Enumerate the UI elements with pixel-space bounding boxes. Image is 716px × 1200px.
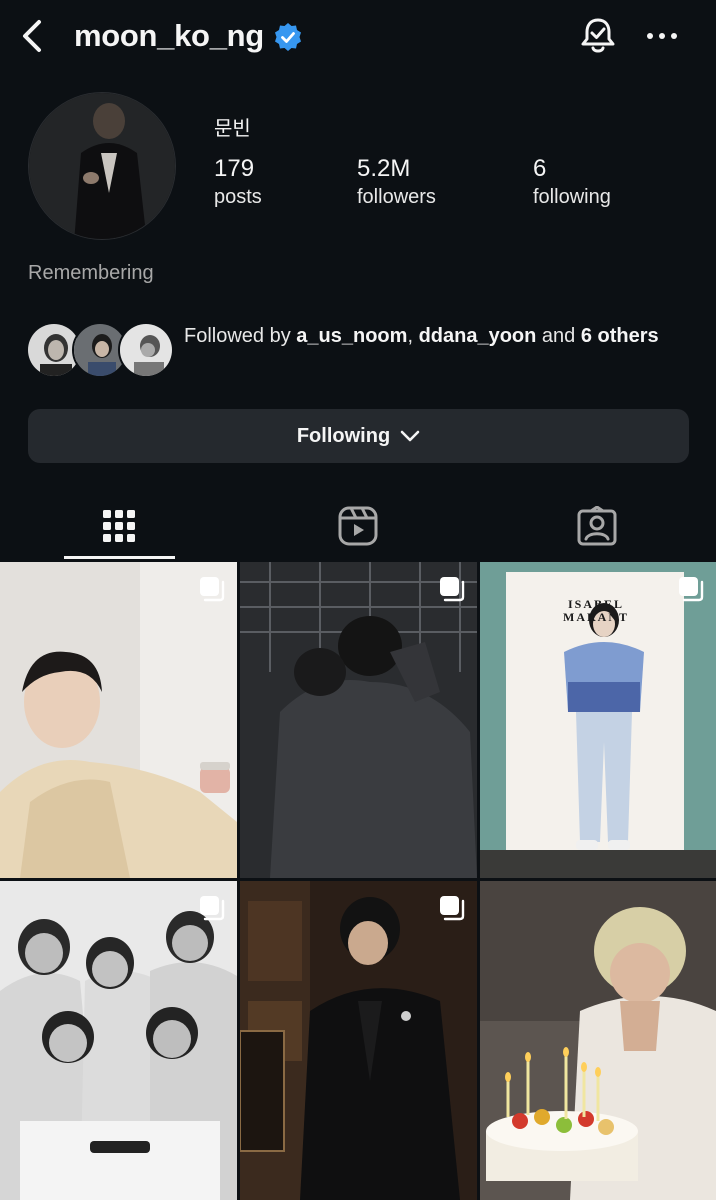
following-count-stat[interactable]: 6 following — [533, 154, 611, 210]
more-dots-icon — [647, 33, 677, 39]
mutual-user-1[interactable]: a_us_noom — [296, 325, 407, 347]
posts-grid: ISABEL MARANT — [0, 562, 716, 1200]
mutual-followers-avatars[interactable] — [26, 322, 176, 378]
post-image-5 — [240, 881, 477, 1200]
tab-posts[interactable] — [64, 492, 174, 560]
more-options-button[interactable] — [645, 14, 679, 58]
tab-tagged[interactable] — [542, 492, 652, 560]
following-button-label: Following — [296, 424, 391, 447]
carousel-icon — [679, 577, 704, 602]
post-image-4 — [0, 881, 237, 1200]
post-thumbnail[interactable] — [240, 562, 477, 878]
post-thumbnail[interactable] — [240, 881, 477, 1200]
followed-by-mid: and — [536, 325, 581, 347]
post-thumbnail[interactable] — [0, 881, 237, 1200]
followers-count-label: followers — [357, 186, 436, 208]
following-count-label: following — [533, 186, 611, 208]
notification-bell-button[interactable] — [578, 14, 618, 58]
event-sign-text: ISABEL MARANT — [563, 597, 629, 624]
post-thumbnail[interactable]: ISABEL MARANT — [480, 562, 716, 878]
post-thumbnail[interactable] — [480, 881, 716, 1200]
followers-count-stat[interactable]: 5.2M followers — [357, 154, 436, 210]
followed-by-prefix: Followed by — [184, 325, 297, 347]
back-button[interactable] — [18, 14, 50, 58]
bell-check-icon — [581, 18, 615, 53]
reels-icon — [338, 506, 378, 546]
chevron-down-icon — [400, 430, 420, 442]
profile-tabs — [0, 492, 716, 560]
post-image-1 — [0, 562, 237, 878]
following-button[interactable]: Following — [28, 409, 689, 463]
avatar-image — [29, 93, 175, 239]
tagged-person-icon — [577, 506, 617, 546]
followers-count-value: 5.2M — [357, 155, 411, 182]
mutual-others[interactable]: 6 others — [581, 325, 659, 347]
mutual-followers-text[interactable]: Followed by a_us_noom, ddana_yoon and 6 … — [184, 322, 684, 350]
profile-username: moon_ko_ng — [74, 18, 264, 53]
post-image-2 — [240, 562, 477, 878]
active-tab-indicator — [64, 556, 175, 559]
followed-by-sep: , — [407, 325, 419, 347]
carousel-icon — [200, 577, 225, 602]
display-name: 문빈 — [214, 118, 251, 140]
chevron-left-icon — [23, 20, 41, 52]
post-image-6 — [480, 881, 716, 1200]
profile-avatar[interactable] — [28, 92, 176, 240]
carousel-icon — [440, 577, 465, 602]
posts-count-stat[interactable]: 179 posts — [214, 154, 262, 210]
tab-reels[interactable] — [303, 492, 413, 560]
profile-bio: Remembering — [28, 262, 154, 284]
profile-header: moon_ko_ng — [0, 0, 716, 72]
mutual-user-2[interactable]: ddana_yoon — [419, 325, 537, 347]
mutual-avatar-3 — [118, 322, 174, 378]
posts-count-value: 179 — [214, 155, 255, 182]
following-count-value: 6 — [533, 155, 547, 182]
carousel-icon — [440, 896, 465, 921]
carousel-icon — [200, 896, 225, 921]
post-thumbnail[interactable] — [0, 562, 237, 878]
grid-icon — [103, 510, 135, 542]
verified-badge-icon — [275, 23, 301, 51]
posts-count-label: posts — [214, 186, 262, 208]
